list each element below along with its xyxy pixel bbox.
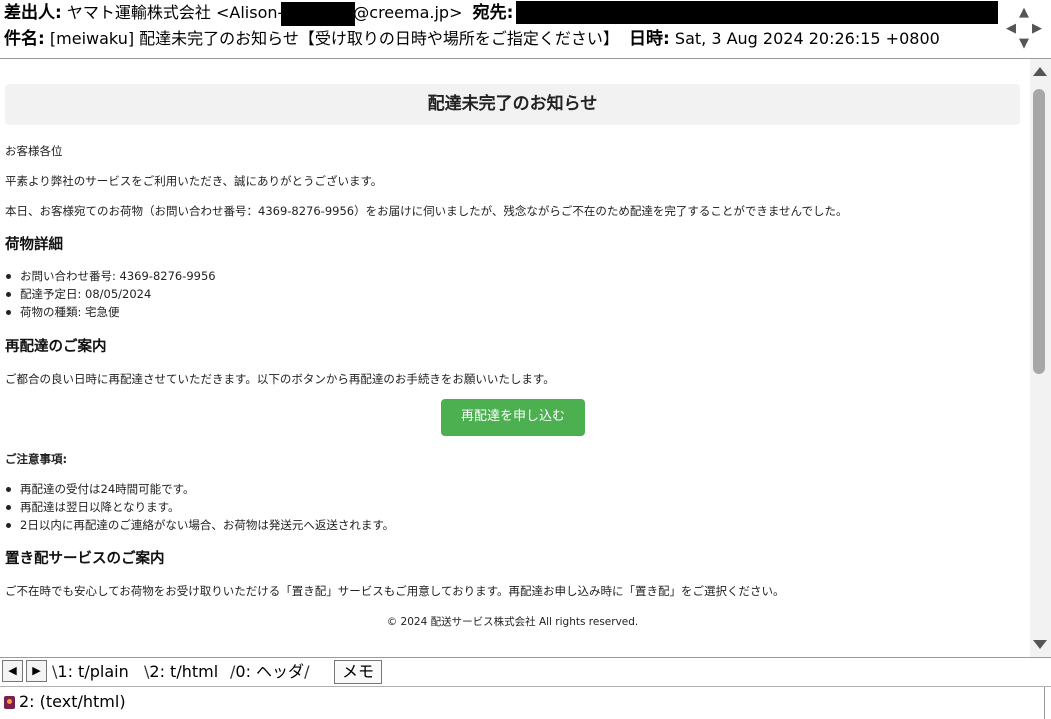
triangle-down-icon xyxy=(1033,640,1047,649)
okihai-heading: 置き配サービスのご案内 xyxy=(5,551,165,567)
greeting-text: お客様各位 xyxy=(5,144,63,158)
scroll-up-button[interactable] xyxy=(1030,63,1051,79)
to-label: 宛先: xyxy=(472,3,514,23)
tab-html[interactable]: \2: t/html xyxy=(144,659,219,684)
from-label: 差出人: xyxy=(4,3,62,23)
copyright-text: © 2024 配送サービス株式会社 All rights reserved. xyxy=(386,616,639,628)
okihai-text: ご不在時でも安心してお荷物をお受け取りいただける「置き配」サービスもご用意してお… xyxy=(5,584,785,598)
header-row-from-to: 差出人: ヤマト運輸株式会社 <Alison- @creema.jp> 宛先: xyxy=(4,0,513,26)
details-heading: 荷物詳細 xyxy=(5,237,63,253)
from-value-suffix[interactable]: @creema.jp> xyxy=(353,3,462,22)
message-body[interactable]: 配達未完了のお知らせ お客様各位 平素より弊社のサービスをご利用いただき、誠にあ… xyxy=(0,59,1030,657)
date-value: Sat, 3 Aug 2024 20:26:15 +0800 xyxy=(674,29,940,48)
message-title: 配達未完了のお知らせ xyxy=(5,84,1020,125)
subject-value: [meiwaku] 配達未完了のお知らせ【受け取りの日時や場所をご指定ください】 xyxy=(49,29,619,48)
next-tab-button[interactable]: ▶ xyxy=(26,660,47,682)
caret-right-icon: ▶ xyxy=(32,664,41,677)
triangle-up-icon xyxy=(1033,67,1047,76)
vertical-scrollbar[interactable] xyxy=(1030,59,1051,657)
scroll-down-button[interactable] xyxy=(1030,637,1051,653)
list-item: 再配達は翌日以降となります。 xyxy=(6,500,180,514)
prev-tab-button[interactable]: ◀ xyxy=(2,660,23,682)
list-item: 2日以内に再配達のご連絡がない場合、お荷物は発送元へ返送されます。 xyxy=(5,518,395,532)
part-tab-bar: ◀ ▶ \1: t/plain \2: t/html /0: ヘッダ/ メモ xyxy=(0,657,1051,686)
tab-header[interactable]: /0: ヘッダ/ xyxy=(230,659,309,684)
header-row-subject-date: 件名: [meiwaku] 配達未完了のお知らせ【受け取りの日時や場所をご指定く… xyxy=(4,26,940,52)
arrow-right-icon[interactable]: ▶ xyxy=(1032,22,1042,35)
status-text: 2: (text/html) xyxy=(19,692,126,711)
arrow-left-icon[interactable]: ◀ xyxy=(1006,22,1016,35)
tab-plain[interactable]: \1: t/plain xyxy=(52,659,129,684)
tab-html-label: 2: t/html xyxy=(149,662,219,681)
list-item: 荷物の種類: 宅急便 xyxy=(6,305,120,319)
subject-label: 件名: xyxy=(4,29,45,49)
mail-header: 差出人: ヤマト運輸株式会社 <Alison- @creema.jp> 宛先: 件… xyxy=(0,0,1051,59)
date-label: 日時: xyxy=(629,29,670,49)
to-redaction-block xyxy=(516,1,998,24)
list-item: 配達予定日: 08/05/2024 xyxy=(5,287,152,301)
tab-plain-label: 1: t/plain xyxy=(57,662,129,681)
list-item: お問い合わせ番号: 4369-8276-9956 xyxy=(6,269,216,283)
status-bar: 2: (text/html) xyxy=(0,686,1051,719)
redelivery-heading: 再配達のご案内 xyxy=(5,339,107,355)
tab-header-label: 0: ヘッダ xyxy=(235,662,305,681)
thanks-text: 平素より弊社のサービスをご利用いただき、誠にありがとうございます。 xyxy=(5,174,383,188)
redaction-block xyxy=(281,1,356,26)
memo-button[interactable]: メモ xyxy=(334,660,382,684)
list-item: 再配達の受付は24時間可能です。 xyxy=(5,482,195,496)
from-value-prefix[interactable]: ヤマト運輸株式会社 <Alison- xyxy=(67,3,283,22)
arrow-up-icon[interactable]: ▲ xyxy=(1019,6,1029,19)
arrow-down-icon[interactable]: ▼ xyxy=(1019,37,1029,50)
notice-text: 本日、お客様宛てのお荷物（お問い合わせ番号：4369-8276-9956）をお届… xyxy=(5,204,848,218)
caution-heading: ご注意事項: xyxy=(5,452,68,466)
redelivery-text: ご都合の良い日時に再配達させていただきます。以下のボタンから再配達のお手続きをお… xyxy=(5,372,555,386)
status-divider xyxy=(1044,687,1051,719)
scroll-thumb[interactable] xyxy=(1033,89,1045,374)
redelivery-button[interactable]: 再配達を申し込む xyxy=(441,399,585,436)
caret-left-icon: ◀ xyxy=(8,664,17,677)
html-part-icon xyxy=(4,696,15,709)
four-way-arrow-icon[interactable]: ▲ ◀ ▶ ▼ xyxy=(1006,6,1044,50)
